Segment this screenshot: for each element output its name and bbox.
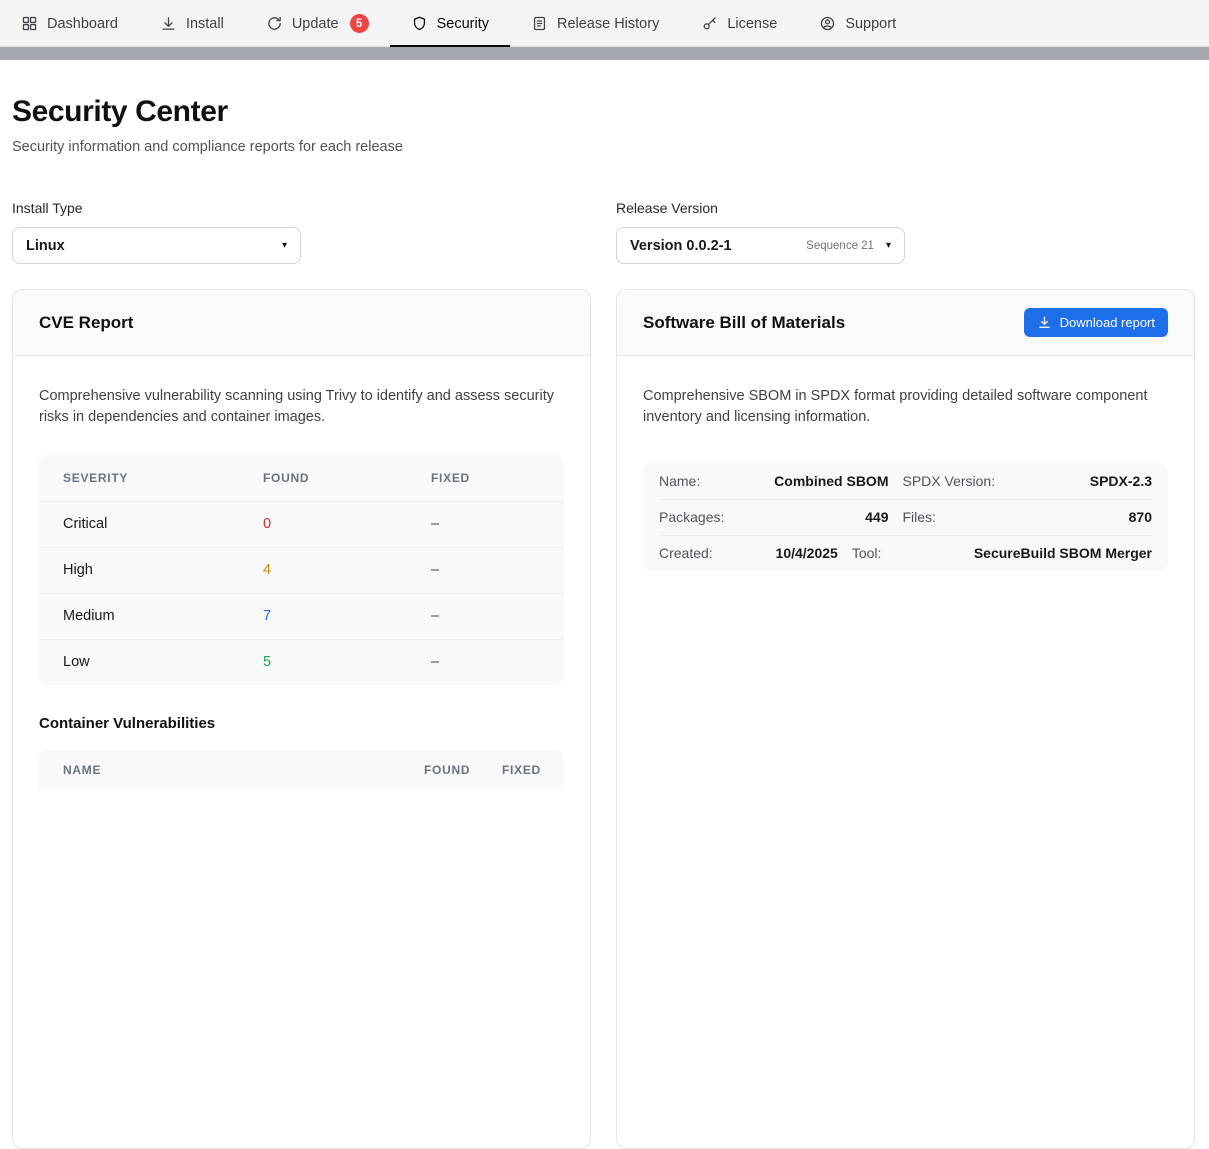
severity-row-medium: Medium 7 – [39,593,564,639]
report-cards: CVE Report Comprehensive vulnerability s… [12,289,1195,1149]
nav-label: Support [845,16,896,32]
sbom-field-label: SPDX Version: [903,473,1011,489]
found-count: 7 [263,608,431,624]
sbom-description: Comprehensive SBOM in SPDX format provid… [643,386,1168,429]
install-type-label: Install Type [12,200,591,216]
release-version-label: Release Version [616,200,1195,216]
fixed-count: – [431,516,540,532]
sbom-field-value: 10/4/2025 [761,545,838,561]
license-key-icon [701,15,718,32]
container-vulnerabilities-table-header: Name Found Fixed [39,750,564,790]
sbom-row: Packages: 449 Files: 870 [659,499,1152,535]
sbom-body: Comprehensive SBOM in SPDX format provid… [617,356,1194,595]
sbom-field-label: Files: [903,509,1011,525]
cve-report-card: CVE Report Comprehensive vulnerability s… [12,289,591,1149]
sbom-field-value: SPDX-2.3 [1025,473,1153,489]
sbom-field-label: Name: [659,473,747,489]
col-fixed: Fixed [431,471,540,485]
sbom-field-value: 449 [761,509,889,525]
sbom-header: Software Bill of Materials Download repo… [617,290,1194,356]
sbom-field-value: Combined SBOM [761,473,889,489]
sbom-row: Name: Combined SBOM SPDX Version: SPDX-2… [659,463,1152,499]
col-name: Name [63,763,424,777]
found-count: 0 [263,516,431,532]
top-nav: Dashboard Install Update 5 Security [0,0,1209,47]
severity-row-low: Low 5 – [39,639,564,685]
install-type-filter: Install Type Linux ▾ [12,200,591,264]
sbom-field-label: Tool: [852,545,960,561]
dashboard-icon [21,15,38,32]
scroll-strip [0,47,1209,60]
nav-item-support[interactable]: Support [798,0,917,47]
sequence-badge: Sequence 21 [806,240,874,252]
col-severity: Severity [63,471,263,485]
page-title: Security Center [12,95,1195,129]
release-history-icon [531,15,548,32]
fixed-count: – [431,562,540,578]
security-shield-icon [411,15,428,32]
install-icon [160,15,177,32]
cve-report-title: CVE Report [39,313,133,333]
severity-table: Severity Found Fixed Critical 0 – High 4… [39,455,564,685]
sbom-field-value: 870 [1025,509,1153,525]
chevron-down-icon: ▾ [886,240,891,251]
support-icon [819,15,836,32]
nav-label: Release History [557,16,659,32]
nav-label: Update [292,16,339,32]
sbom-title: Software Bill of Materials [643,313,845,333]
page-subtitle: Security information and compliance repo… [12,139,1195,155]
sbom-field-value: SecureBuild SBOM Merger [974,545,1152,561]
security-center-page: Security Center Security information and… [0,95,1209,1149]
release-version-select[interactable]: Version 0.0.2-1 Sequence 21 ▾ [616,227,905,264]
nav-label: Dashboard [47,16,118,32]
severity-label: Critical [63,516,263,532]
col-fixed: Fixed [502,763,554,777]
severity-table-header: Severity Found Fixed [39,455,564,501]
install-type-value: Linux [26,238,65,254]
download-report-label: Download report [1060,315,1155,330]
container-vulnerabilities-title: Container Vulnerabilities [39,715,564,732]
nav-item-license[interactable]: License [680,0,798,47]
nav-item-install[interactable]: Install [139,0,245,47]
sbom-field-label: Created: [659,545,747,561]
sbom-field-label: Packages: [659,509,747,525]
nav-item-update[interactable]: Update 5 [245,0,390,47]
release-version-value: Version 0.0.2-1 [630,238,732,254]
severity-row-high: High 4 – [39,547,564,593]
release-version-filter: Release Version Version 0.0.2-1 Sequence… [616,200,1195,264]
col-found: Found [424,763,502,777]
cve-report-description: Comprehensive vulnerability scanning usi… [39,386,564,429]
found-count: 4 [263,562,431,578]
fixed-count: – [431,654,540,670]
update-count-badge: 5 [350,14,369,33]
severity-label: Medium [63,608,263,624]
cve-report-body: Comprehensive vulnerability scanning usi… [13,356,590,814]
severity-label: High [63,562,263,578]
nav-label: Install [186,16,224,32]
sbom-card: Software Bill of Materials Download repo… [616,289,1195,1149]
cve-report-header: CVE Report [13,290,590,356]
sbom-row: Created: 10/4/2025 Tool: SecureBuild SBO… [659,535,1152,571]
col-found: Found [263,471,431,485]
update-icon [266,15,283,32]
severity-label: Low [63,654,263,670]
chevron-down-icon: ▾ [282,240,287,251]
nav-item-dashboard[interactable]: Dashboard [0,0,139,47]
fixed-count: – [431,608,540,624]
install-type-select[interactable]: Linux ▾ [12,227,301,264]
download-report-button[interactable]: Download report [1024,308,1168,337]
found-count: 5 [263,654,431,670]
nav-label: Security [437,16,489,32]
nav-item-release-history[interactable]: Release History [510,0,680,47]
download-icon [1037,315,1052,330]
nav-item-security[interactable]: Security [390,0,510,47]
filters-row: Install Type Linux ▾ Release Version Ver… [12,200,1195,264]
sbom-details-panel: Name: Combined SBOM SPDX Version: SPDX-2… [643,463,1168,571]
nav-label: License [727,16,777,32]
severity-row-critical: Critical 0 – [39,501,564,547]
